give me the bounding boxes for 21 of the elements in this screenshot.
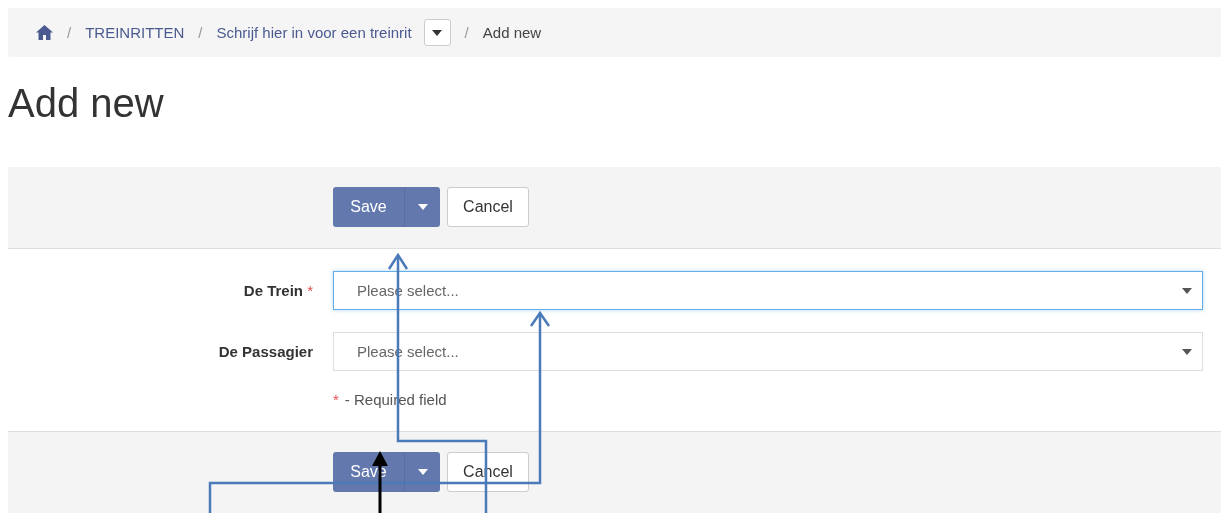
field-label: De Trein *	[242, 282, 313, 299]
caret-icon	[417, 469, 428, 475]
breadcrumb-dropdown-button[interactable]	[423, 19, 451, 46]
home-icon[interactable]	[36, 25, 53, 40]
caret-icon	[1182, 348, 1192, 355]
required-mark: *	[333, 391, 339, 408]
page-title: Add new	[8, 80, 165, 127]
breadcrumb-separator: /	[198, 24, 203, 41]
caret-icon	[417, 204, 428, 210]
caret-icon	[432, 29, 443, 36]
breadcrumb-separator: /	[67, 24, 72, 41]
save-button[interactable]: Save	[333, 187, 404, 227]
breadcrumb-link[interactable]: TREINRITTEN	[85, 24, 185, 41]
breadcrumb-link[interactable]: Schrijf hier in voor een treinrit	[216, 24, 412, 41]
save-options-button[interactable]	[404, 452, 440, 492]
field-label: De Passagier	[217, 343, 313, 360]
cancel-button[interactable]: Cancel	[447, 187, 529, 227]
breadcrumb-current: Add new	[482, 24, 542, 41]
breadcrumb-separator: /	[464, 24, 469, 41]
save-options-button[interactable]	[404, 187, 440, 227]
caret-icon	[1182, 287, 1192, 294]
